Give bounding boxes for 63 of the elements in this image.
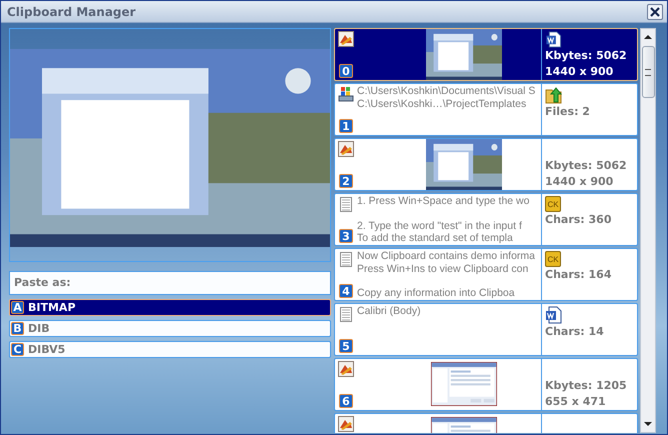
shortcut-key-badge: A <box>11 301 24 314</box>
close-button[interactable] <box>647 4 663 20</box>
picture-icon <box>338 361 354 377</box>
index-badge: 4 <box>339 284 353 298</box>
clip-item[interactable]: 1 C:\Users\Koshkin\Documents\Visual S C:\Users\Koshki…\ProjectTemplates Files: 2 <box>334 83 638 136</box>
clip-stat: Chars: 360 <box>545 212 612 228</box>
word-document-icon <box>545 31 563 48</box>
clip-text-line: 2. Type the word "test" in the input f <box>357 220 523 232</box>
format-name: DIB <box>28 322 50 335</box>
clip-item[interactable]: 0 Kbytes: 5062 1440 x 900 <box>334 28 638 81</box>
clip-item[interactable]: 2 Kbytes: 5062 1440 x 900 <box>334 138 638 191</box>
index-badge: 5 <box>339 339 353 353</box>
clip-text-line: Copy any information into Clipboa <box>357 287 516 300</box>
clip-text-line: C:\Users\Koshki…\ProjectTemplates <box>357 98 528 110</box>
paste-format-item[interactable]: A BITMAP <box>9 299 331 316</box>
clip-stat: 1440 x 900 <box>545 174 614 190</box>
paste-format-item[interactable]: C DIBV5 <box>9 341 331 358</box>
index-badge: 0 <box>339 64 353 78</box>
clip-text-line: C:\Users\Koshkin\Documents\Visual S <box>357 85 536 98</box>
ck-icon: CK <box>545 251 561 267</box>
shortcut-key-badge: C <box>11 343 24 356</box>
window-thumbnail-drawing <box>431 362 497 406</box>
scrollbar[interactable] <box>640 28 656 433</box>
clip-item[interactable]: 5 Calibri (Body) Chars: 14 <box>334 303 638 356</box>
ck-icon: CK <box>545 196 561 212</box>
clip-item[interactable]: 3 1. Press Win+Space and type the wo 2. Type the word "test" in the input f To add the standard set of templa CK Chars: 360 <box>334 193 638 246</box>
clip-stat: Kbytes: 5062 <box>545 48 628 64</box>
format-name: BITMAP <box>28 301 76 314</box>
clip-stat: Kbytes: 5062 <box>545 158 628 174</box>
picture-icon <box>338 416 354 432</box>
clip-item[interactable]: 6 Kbytes: 1205 655 x 471 <box>334 358 638 411</box>
text-document-icon <box>338 306 354 322</box>
picture-icon <box>338 141 354 157</box>
clip-stat: Files: 2 <box>545 104 591 120</box>
clip-stat: Chars: 14 <box>545 324 605 340</box>
paste-format-item[interactable]: B DIB <box>9 320 331 337</box>
shortcut-key-badge: B <box>11 322 24 335</box>
clip-stat: Chars: 164 <box>545 267 612 283</box>
clip-stat: 655 x 471 <box>545 394 607 410</box>
index-badge: 1 <box>339 119 353 133</box>
format-name: DIBV5 <box>28 343 66 356</box>
index-badge: 2 <box>339 174 353 188</box>
paste-as-label: Paste as: <box>9 271 331 295</box>
clip-text-line: Now Clipboard contains demo informa <box>357 250 536 262</box>
clip-stat: 1440 x 900 <box>545 64 614 80</box>
picture-icon <box>338 31 354 47</box>
clip-text-line: 1. Press Win+Space and type the wo <box>357 195 530 208</box>
scroll-up-icon[interactable] <box>644 34 652 39</box>
computer-flag-icon <box>338 86 354 102</box>
clip-stat: Kbytes: 1205 <box>545 378 628 394</box>
text-document-icon <box>338 196 354 212</box>
clip-item[interactable]: 4 Now Clipboard contains demo informa Press Win+Ins to view Clipboard con Copy any information into Clipboa CK Chars: 164 <box>334 248 638 301</box>
clip-text-line: To add the standard set of templa <box>357 232 514 244</box>
word-document-icon <box>545 306 563 324</box>
clip-text-line: Calibri (Body) <box>357 305 421 318</box>
scroll-thumb[interactable] <box>642 46 654 98</box>
index-badge: 3 <box>339 229 353 243</box>
folder-arrow-icon <box>545 86 563 104</box>
clip-text-line: Press Win+Ins to view Clipboard con <box>357 262 530 275</box>
scroll-down-icon[interactable] <box>644 422 652 427</box>
window-title: Clipboard Manager <box>7 4 136 18</box>
index-badge: 6 <box>339 394 353 408</box>
text-document-icon <box>338 251 354 267</box>
